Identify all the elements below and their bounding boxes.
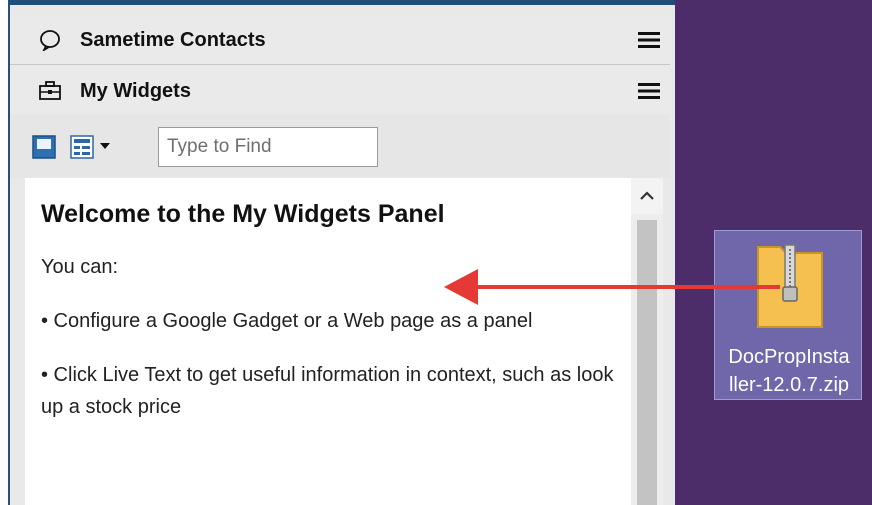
chevron-up-icon: [640, 191, 654, 200]
briefcase-icon: [39, 81, 61, 100]
sametime-contacts-header[interactable]: Sametime Contacts: [10, 15, 670, 65]
search-input[interactable]: [158, 127, 378, 167]
scrollbar-thumb[interactable]: [637, 220, 657, 505]
vertical-scrollbar[interactable]: [631, 178, 663, 505]
zip-file-label-line2: ller-12.0.7.zip: [728, 374, 850, 396]
welcome-content: Welcome to the My Widgets Panel You can:…: [25, 178, 631, 505]
bullet-live-text: • Click Live Text to get useful informat…: [41, 364, 614, 418]
list-view-icon[interactable]: [70, 135, 94, 159]
zip-file-label-line1: DocPropInsta: [728, 346, 850, 368]
zip-file-desktop-icon[interactable]: DocPropInsta ller-12.0.7.zip: [714, 230, 862, 400]
intro-text: You can:: [41, 256, 119, 278]
welcome-heading: Welcome to the My Widgets Panel: [41, 200, 445, 228]
my-widgets-header[interactable]: My Widgets: [10, 66, 670, 116]
panel-title: Sametime Contacts: [80, 29, 266, 51]
widgets-toolbar: [10, 114, 670, 178]
chat-bubble-icon: [40, 30, 60, 51]
panel-view-icon[interactable]: [32, 135, 56, 159]
dropdown-arrow-icon[interactable]: [98, 138, 112, 152]
zip-file-label: DocPropInsta ller-12.0.7.zip: [719, 343, 859, 399]
zip-folder-icon: [757, 244, 823, 328]
panel-title: My Widgets: [80, 80, 191, 102]
scroll-up-button[interactable]: [631, 178, 663, 214]
menu-icon[interactable]: [638, 31, 660, 49]
menu-icon[interactable]: [638, 82, 660, 100]
bullet-configure: • Configure a Google Gadget or a Web pag…: [41, 310, 533, 332]
